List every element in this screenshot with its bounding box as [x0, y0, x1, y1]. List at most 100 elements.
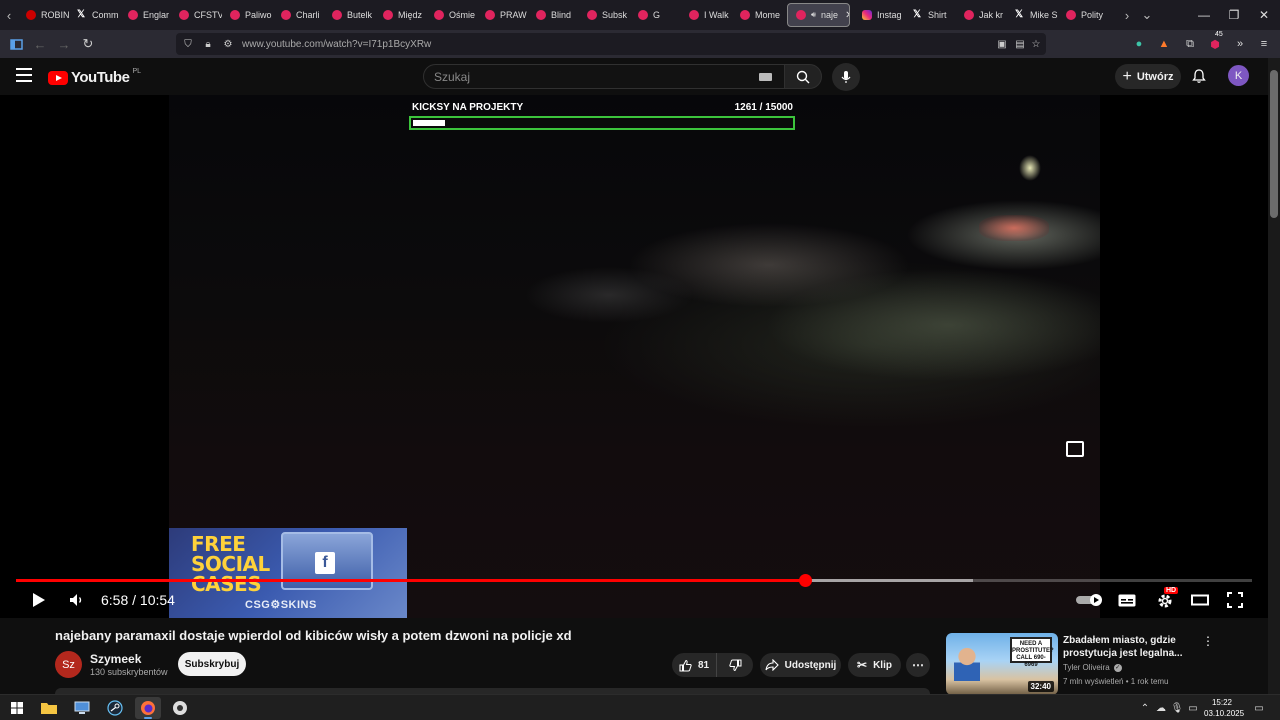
microphone-tray-icon[interactable]: 🎙︎ — [1170, 701, 1184, 715]
browser-tab[interactable]: Blind — [528, 0, 579, 30]
keyboard-icon[interactable] — [759, 73, 772, 81]
notifications-bell-icon[interactable] — [1191, 68, 1207, 84]
steam-button[interactable] — [102, 697, 128, 719]
page-scrollbar[interactable] — [1268, 58, 1280, 694]
notification-center-icon[interactable]: ▭ — [1252, 701, 1266, 715]
voice-search-button[interactable] — [832, 63, 860, 91]
scrollbar-thumb[interactable] — [1270, 70, 1278, 218]
browser-tab[interactable]: Englar — [120, 0, 171, 30]
browser-tab[interactable]: Ośmie — [426, 0, 477, 30]
windows-start-button[interactable] — [4, 697, 30, 719]
lock-icon[interactable]: 🔒︎ — [200, 36, 216, 52]
play-button[interactable] — [28, 589, 50, 611]
reload-button[interactable]: ↻ — [78, 34, 98, 54]
search-input[interactable] — [434, 70, 734, 84]
recommended-video-title[interactable]: Zbadałem miasto, gdzie prostytucja jest … — [1063, 634, 1193, 660]
shield-icon[interactable]: ⛉ — [180, 36, 196, 52]
extension-fox-icon[interactable]: ▲ — [1156, 36, 1172, 52]
search-button[interactable] — [784, 64, 822, 89]
clock-time: 15:22 — [1211, 698, 1233, 707]
like-button[interactable]: 81 — [672, 653, 717, 677]
more-vertical-icon[interactable]: ⋮ — [1202, 634, 1214, 650]
tab-active[interactable]: 🔊︎ naje ✕ — [787, 3, 850, 27]
address-bar[interactable]: ⛉ 🔒︎ ⚙ www.youtube.com/watch?v=I71p1BcyX… — [176, 33, 1046, 55]
subscribe-button[interactable]: Subskrybuj — [178, 652, 246, 676]
minimize-button[interactable]: — — [1188, 0, 1220, 30]
url-text[interactable]: www.youtube.com/watch?v=I71p1BcyXRw — [242, 39, 431, 50]
close-window-button[interactable]: ✕ — [1248, 0, 1280, 30]
browser-tab[interactable]: Butelk — [324, 0, 375, 30]
overflow-chevron-icon[interactable]: » — [1232, 36, 1248, 52]
more-actions-button[interactable]: ⋯ — [906, 653, 930, 677]
permissions-icon[interactable]: ⚙ — [220, 36, 236, 52]
bookmark-star-icon[interactable]: ☆ — [1028, 36, 1044, 52]
channel-name[interactable]: Szymeek — [90, 652, 141, 666]
progress-scrubber-handle[interactable] — [798, 574, 812, 587]
tab-close-icon[interactable]: ✕ — [845, 10, 849, 21]
firefox-button[interactable] — [135, 697, 161, 719]
browser-tab[interactable]: 𝕏 Comm — [69, 0, 120, 30]
browser-tab[interactable]: Międz — [375, 0, 426, 30]
settings-button[interactable]: HD — [1152, 587, 1179, 611]
browser-tab[interactable]: Mome — [732, 0, 783, 30]
browser-tab[interactable]: Paliwo — [222, 0, 273, 30]
browser-tab[interactable]: Subsk — [579, 0, 630, 30]
tab-audio-icon[interactable]: 🔊︎ — [811, 10, 816, 20]
channel-avatar[interactable]: Sz — [55, 651, 82, 678]
video-player[interactable]: KICKSY NA PROJEKTY 1261 / 15000 f FREE S… — [0, 95, 1268, 618]
create-button[interactable]: + Utwórz — [1115, 64, 1181, 89]
forward-button[interactable]: → — [54, 34, 74, 54]
progress-bar[interactable] — [16, 574, 1252, 587]
youtube-logo[interactable]: YouTube PL — [48, 68, 141, 86]
browser-tab[interactable]: PRAW — [477, 0, 528, 30]
tab-scroll-right-button[interactable]: › — [1118, 0, 1136, 30]
autoplay-toggle[interactable] — [1074, 589, 1106, 611]
recommended-video-channel[interactable]: Tyler Oliveira ✓ — [1063, 663, 1122, 672]
pc-app-button[interactable] — [69, 697, 95, 719]
browser-tab[interactable]: Instag — [854, 0, 905, 30]
file-explorer-button[interactable] — [36, 697, 62, 719]
recommended-video-thumbnail[interactable]: NEED A PROSTITUTE? CALL 690-6969 32:40 — [946, 633, 1058, 695]
recommended-video-duration: 32:40 — [1027, 681, 1054, 692]
app-menu-icon[interactable]: ≡ — [1256, 36, 1272, 52]
back-button[interactable]: ← — [30, 34, 50, 54]
search-box[interactable] — [423, 64, 785, 89]
subtitles-button[interactable] — [1116, 589, 1138, 611]
picture-in-picture-icon[interactable]: ▣ — [994, 36, 1010, 52]
maximize-button[interactable]: ❐ — [1218, 0, 1250, 30]
clock[interactable]: 15:22 03.10.2025 — [1204, 697, 1244, 719]
guide-menu-icon[interactable] — [16, 68, 32, 82]
create-label: Utwórz — [1136, 70, 1174, 83]
theater-mode-button[interactable] — [1189, 589, 1211, 611]
browser-tab[interactable]: 𝕏 Shirt — [905, 0, 956, 30]
dislike-button[interactable] — [717, 653, 753, 677]
onedrive-cloud-icon[interactable]: ☁ — [1154, 701, 1168, 715]
browser-tab[interactable]: I Walk — [681, 0, 732, 30]
reader-view-icon[interactable]: ▤ — [1012, 36, 1028, 52]
browser-tab[interactable]: CFSTV — [171, 0, 222, 30]
miniplayer-icon[interactable] — [1066, 441, 1084, 457]
browser-tab[interactable]: G — [630, 0, 681, 30]
browser-tab[interactable]: ROBIN — [18, 0, 69, 30]
recommended-channel-name[interactable]: Tyler Oliveira — [1063, 663, 1110, 672]
extension-ublock-icon[interactable]: ⬢ 45 — [1207, 31, 1223, 52]
street-light-glow — [1019, 155, 1041, 181]
tab-list-dropdown-button[interactable]: ⌄ — [1138, 0, 1156, 30]
volume-button[interactable] — [66, 589, 88, 611]
browser-tab[interactable]: 𝕏 Mike S — [1007, 0, 1058, 30]
extensions-puzzle-icon[interactable]: ⧉ — [1182, 36, 1198, 52]
share-button[interactable]: Udostępnij — [760, 653, 841, 677]
browser-tab[interactable]: Jak kr — [956, 0, 1007, 30]
network-icon[interactable]: ▭ — [1186, 701, 1200, 715]
fullscreen-button[interactable] — [1224, 589, 1246, 611]
account-avatar[interactable]: K — [1228, 65, 1249, 86]
browser-tab[interactable]: Charli — [273, 0, 324, 30]
clip-button[interactable]: ✂ Klip — [848, 653, 901, 677]
browser-tab[interactable]: Polity — [1058, 0, 1109, 30]
sidebar-toggle-icon[interactable] — [6, 34, 26, 54]
obs-button[interactable] — [167, 697, 193, 719]
tab-scroll-left-button[interactable]: ‹ — [0, 0, 18, 30]
extension-shield-icon[interactable]: ● — [1131, 36, 1147, 52]
sponsor-ad-banner[interactable]: f FREE SOCIAL CASES CSG⚙SKINS — [169, 528, 407, 618]
tray-overflow-chevron-icon[interactable]: ⌃ — [1138, 701, 1152, 715]
